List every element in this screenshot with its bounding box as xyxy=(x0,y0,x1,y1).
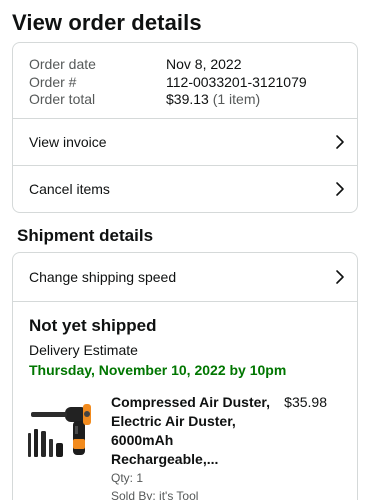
view-invoice-row[interactable]: View invoice xyxy=(13,119,357,166)
product-title-line: Electric Air Duster, xyxy=(111,413,236,429)
chevron-right-icon xyxy=(336,270,344,284)
order-info: Order date Nov 8, 2022 Order # 112-00332… xyxy=(13,43,357,119)
shipment-status-block: Not yet shipped Delivery Estimate Thursd… xyxy=(13,302,357,500)
product-title-line: Rechargeable,... xyxy=(111,451,219,467)
order-date-label: Order date xyxy=(29,56,96,72)
order-total-amount: $39.13 xyxy=(166,91,209,107)
order-summary-card: Order date Nov 8, 2022 Order # 112-00332… xyxy=(12,42,358,213)
chevron-right-icon xyxy=(336,182,344,196)
shipment-status: Not yet shipped xyxy=(29,316,157,335)
product-title-line: 6000mAh xyxy=(111,432,174,448)
change-shipping-speed-row[interactable]: Change shipping speed xyxy=(13,253,357,302)
product-price: $35.98 xyxy=(284,394,327,410)
order-total-label: Order total xyxy=(29,91,96,107)
order-date-row: Order date Nov 8, 2022 xyxy=(29,56,357,74)
order-item-count: (1 item) xyxy=(212,91,261,107)
shipment-section-title: Shipment details xyxy=(17,226,154,245)
order-total-row: Order total $39.13 (1 item) xyxy=(29,91,357,109)
order-number-value: 112-0033201-3121079 xyxy=(166,73,307,90)
cancel-items-row[interactable]: Cancel items xyxy=(13,166,357,212)
order-number-label: Order # xyxy=(29,73,77,90)
product-thumbnail-image[interactable] xyxy=(25,393,101,459)
page-title: View order details xyxy=(12,10,202,35)
product-title-line: Compressed Air Duster, xyxy=(111,394,270,410)
view-invoice-label: View invoice xyxy=(29,134,107,150)
order-item: Compressed Air Duster, Electric Air Dust… xyxy=(28,393,341,500)
product-title-link[interactable]: Compressed Air Duster, Electric Air Dust… xyxy=(111,393,271,469)
delivery-estimate-label: Delivery Estimate xyxy=(29,342,138,358)
shipment-card: Change shipping speed Not yet shipped De… xyxy=(12,252,358,500)
change-shipping-speed-label: Change shipping speed xyxy=(29,269,177,285)
chevron-right-icon xyxy=(336,135,344,149)
order-number-row: Order # 112-0033201-3121079 xyxy=(29,74,357,92)
order-date-value: Nov 8, 2022 xyxy=(166,56,242,72)
product-seller: Sold By: it's Tool xyxy=(111,489,199,500)
cancel-items-label: Cancel items xyxy=(29,181,110,197)
delivery-estimate-date: Thursday, November 10, 2022 by 10pm xyxy=(29,362,287,378)
order-total-value: $39.13 (1 item) xyxy=(166,91,260,109)
product-quantity: Qty: 1 xyxy=(111,471,144,485)
